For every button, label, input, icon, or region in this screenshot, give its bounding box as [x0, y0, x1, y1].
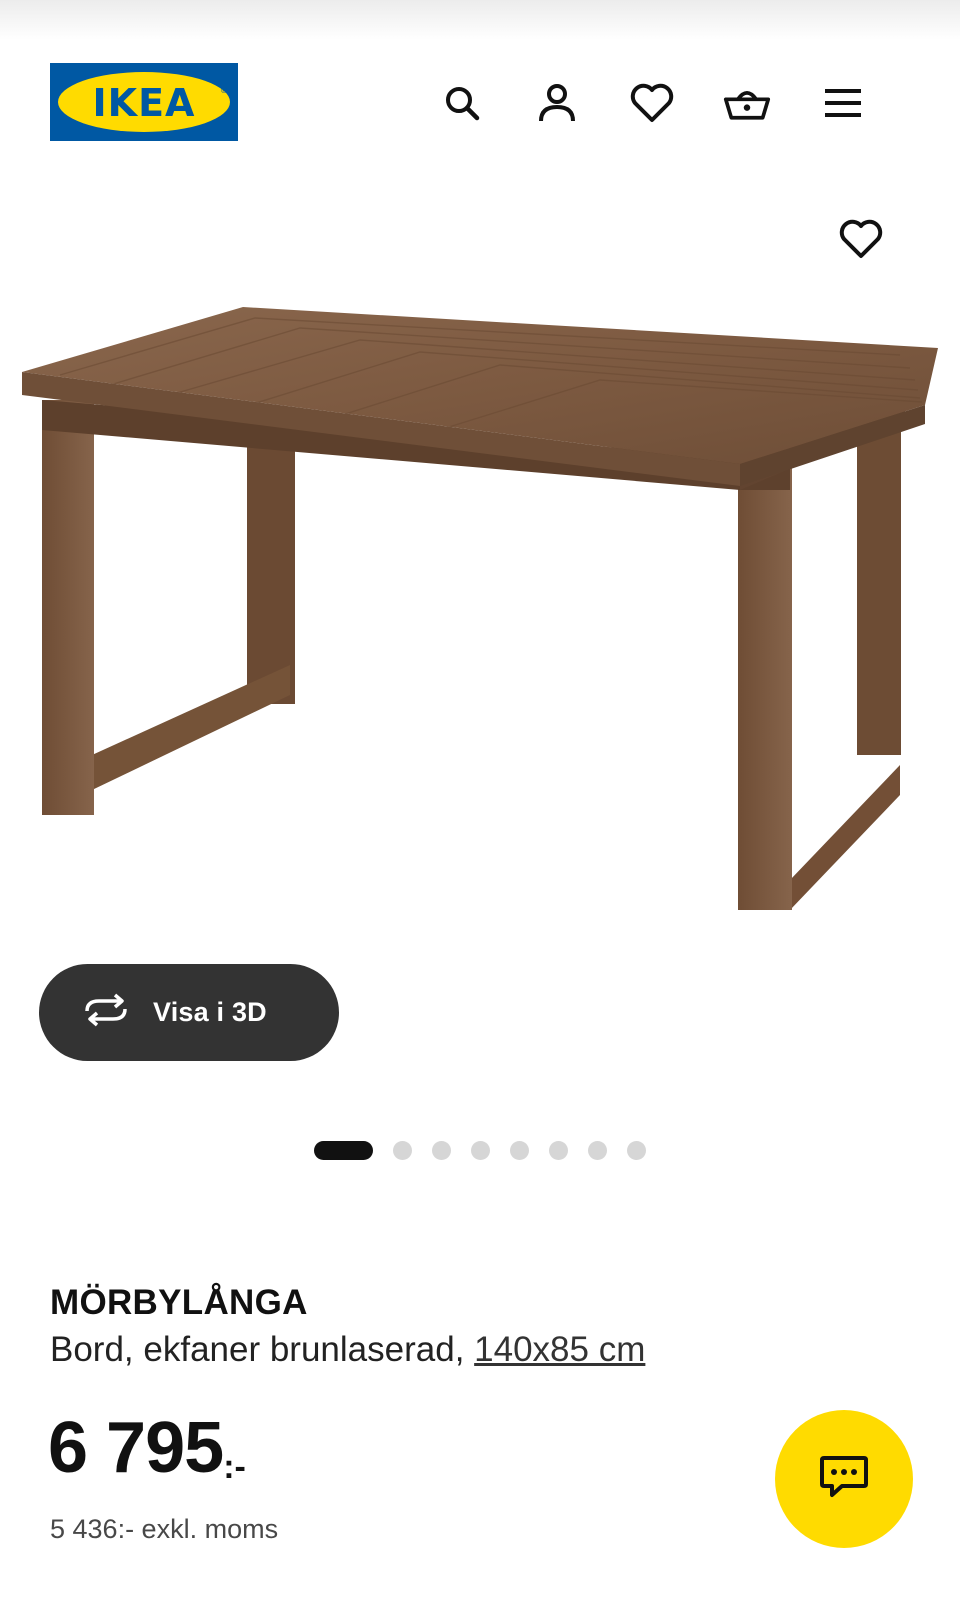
svg-text:®: ® — [220, 86, 228, 95]
price-amount: 6 795 — [48, 1408, 224, 1488]
carousel-dot-1[interactable] — [314, 1140, 373, 1160]
carousel-dot-3[interactable] — [432, 1140, 451, 1160]
ikea-logo[interactable]: IKEA ® — [50, 63, 242, 143]
view-in-3d-label: Visa i 3D — [153, 997, 267, 1027]
product-price: 6 795 :- — [48, 1412, 246, 1487]
header: IKEA ® — [0, 55, 960, 145]
product-description-text: Bord, ekfaner brunlaserad, — [50, 1330, 465, 1369]
carousel-dot-8[interactable] — [627, 1140, 646, 1160]
product-image[interactable] — [0, 190, 960, 980]
rotate-3d-icon — [81, 993, 131, 1032]
product-description: Bord, ekfaner brunlaserad, 140x85 cm — [50, 1330, 645, 1370]
product-name: MÖRBYLÅNGA — [50, 1283, 308, 1322]
carousel-dot-6[interactable] — [549, 1140, 568, 1160]
carousel-dot-4[interactable] — [471, 1140, 490, 1160]
account-icon[interactable] — [533, 79, 581, 127]
image-carousel-dots — [314, 1140, 666, 1160]
carousel-dot-2[interactable] — [393, 1140, 412, 1160]
basket-icon[interactable] — [723, 79, 771, 127]
price-suffix: :- — [223, 1448, 246, 1486]
view-in-3d-button[interactable]: Visa i 3D — [39, 964, 339, 1061]
chat-button[interactable] — [775, 1410, 913, 1548]
search-icon[interactable] — [438, 79, 486, 127]
product-size-link[interactable]: 140x85 cm — [474, 1330, 645, 1369]
menu-icon[interactable] — [819, 79, 867, 127]
heart-icon[interactable] — [628, 79, 676, 127]
carousel-dot-5[interactable] — [510, 1140, 529, 1160]
chat-bubble-icon — [818, 1453, 870, 1506]
price-excl-vat: 5 436:- exkl. moms — [50, 1514, 279, 1544]
top-shade — [0, 0, 960, 40]
svg-text:IKEA: IKEA — [93, 81, 196, 125]
carousel-dot-7[interactable] — [588, 1140, 607, 1160]
